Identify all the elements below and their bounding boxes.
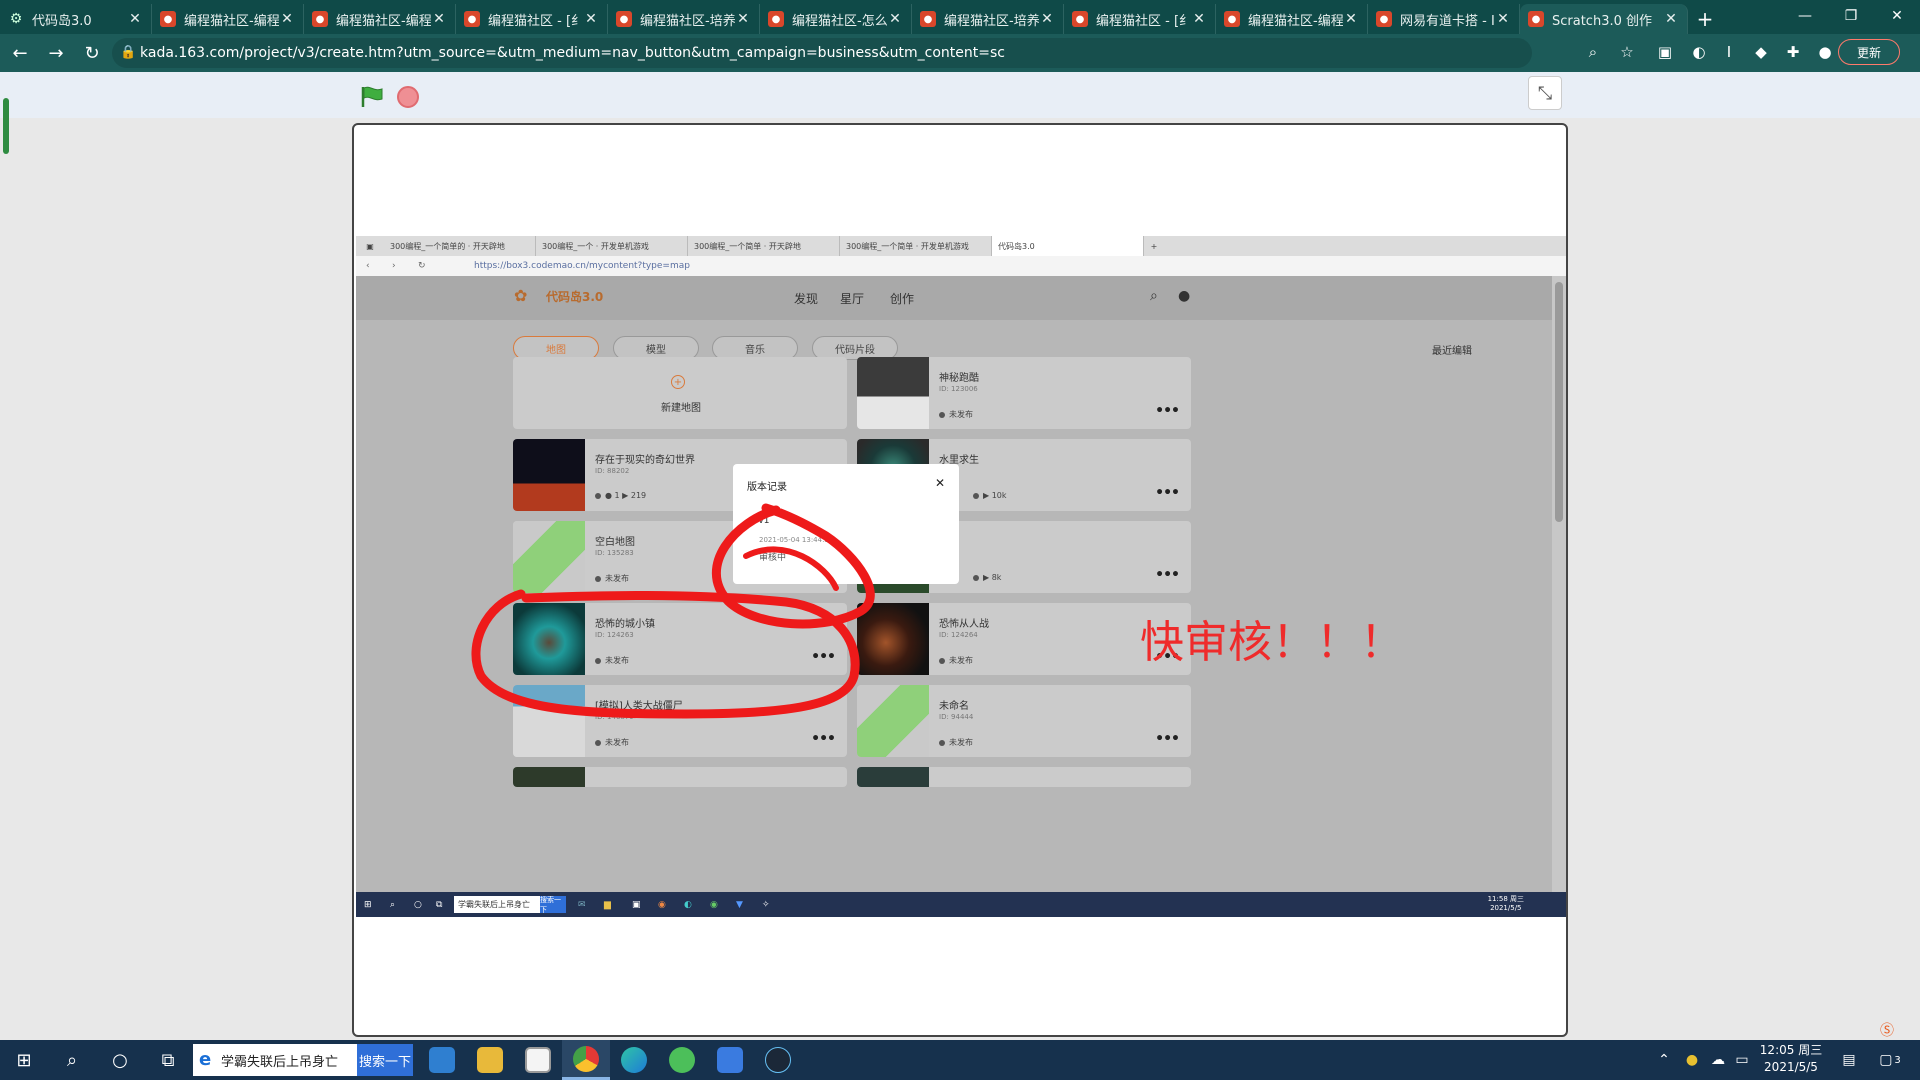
edge-icon[interactable] (610, 1040, 658, 1080)
codemao-icon: ● (1224, 11, 1240, 27)
stop-icon[interactable] (397, 86, 419, 108)
close-icon[interactable]: ✕ (1663, 11, 1679, 27)
taskbar-search-input[interactable]: e 学霸失联后上吊身亡 (193, 1044, 357, 1076)
browser-tab[interactable]: ● 网易有道卡搭 - I ✕ (1368, 4, 1520, 34)
cloud-icon[interactable]: ☁ (1706, 1040, 1730, 1080)
exit-fullscreen-icon[interactable]: ⤡ (1528, 76, 1562, 110)
close-window-icon[interactable]: ✕ (1874, 0, 1920, 32)
extension-icon[interactable]: ▣ (1652, 39, 1678, 65)
url-text: kada.163.com/project/v3/create.htm?utm_s… (140, 45, 1005, 61)
notification-icon[interactable]: ▢ 3 (1870, 1040, 1910, 1080)
restore-icon[interactable]: ❐ (1828, 0, 1874, 32)
chrome-icon[interactable] (562, 1040, 610, 1080)
browser-tab[interactable]: ● 编程猫社区-编程 ✕ (152, 4, 304, 34)
network-icon[interactable]: ▭ (1730, 1040, 1754, 1080)
file-explorer-icon[interactable] (466, 1040, 514, 1080)
mail-icon[interactable] (418, 1040, 466, 1080)
browser-tab[interactable]: ● 编程猫社区 - [纟 ✕ (1064, 4, 1216, 34)
codemao-icon: ● (1072, 11, 1088, 27)
notification-count: 3 (1894, 1054, 1901, 1066)
notes-icon[interactable]: ▤ (1834, 1040, 1864, 1080)
codemao-icon: ● (768, 11, 784, 27)
browser-tab[interactable]: ⚙ 代码岛3.0 ✕ (0, 4, 152, 34)
app-icon[interactable] (706, 1040, 754, 1080)
task-view-icon[interactable]: ⧉ (144, 1040, 192, 1080)
tray-expand-icon[interactable]: ⌃ (1652, 1040, 1676, 1080)
browser-tab[interactable]: ● 编程猫社区 - [纟 ✕ (456, 4, 608, 34)
lock-icon: 🔒 (120, 45, 137, 60)
browser-tab[interactable]: ● 编程猫社区-编程 ✕ (304, 4, 456, 34)
scroll-indicator (3, 98, 9, 154)
puzzle-icon[interactable]: ✚ (1780, 39, 1806, 65)
zoom-icon[interactable]: ⌕ (1580, 39, 1606, 65)
close-icon[interactable]: ✕ (887, 11, 903, 27)
browser-tab[interactable]: ● 编程猫社区-培养 ✕ (912, 4, 1064, 34)
browser-tab-active[interactable]: ● Scratch3.0 创作 ✕ (1520, 4, 1688, 34)
stage-header: ⤡ (0, 72, 1920, 118)
close-icon[interactable]: ✕ (279, 11, 295, 27)
close-icon[interactable]: ✕ (735, 11, 751, 27)
browser-tab-bar: ⚙ 代码岛3.0 ✕ ● 编程猫社区-编程 ✕ ● 编程猫社区-编程 ✕ ● 编程猫社区 - … (0, 0, 1920, 34)
stage-frame: ▣ 300编程_一个简单的 · 开天辟地 300编程_一个 · 开发单机游戏 3… (352, 123, 1568, 1037)
browser-tab[interactable]: ● 编程猫社区-培养 ✕ (608, 4, 760, 34)
codemao-icon: ● (616, 11, 632, 27)
store-icon[interactable] (514, 1040, 562, 1080)
floating-app-icon[interactable]: Ⓢ (1880, 1020, 1900, 1039)
codemao-icon: ● (920, 11, 936, 27)
ie-icon: e (199, 1049, 212, 1070)
codemao-icon: ● (312, 11, 328, 27)
codemao-icon: ● (464, 11, 480, 27)
forward-icon[interactable]: → (40, 37, 72, 69)
tray-app-icon[interactable]: ● (1680, 1040, 1704, 1080)
windows-start-icon[interactable]: ⊞ (0, 1040, 48, 1080)
back-icon[interactable]: ← (4, 37, 36, 69)
close-icon[interactable]: ✕ (431, 11, 447, 27)
extension-icon[interactable]: ◆ (1748, 39, 1774, 65)
app-icon[interactable] (658, 1040, 706, 1080)
minimize-icon[interactable]: — (1782, 0, 1828, 32)
extension-icon[interactable]: ◐ (1686, 39, 1712, 65)
profile-avatar[interactable]: ● (1812, 39, 1838, 65)
stage-screenshot: ▣ 300编程_一个简单的 · 开天辟地 300编程_一个 · 开发单机游戏 3… (356, 236, 1566, 917)
url-field[interactable]: 🔒 kada.163.com/project/v3/create.htm?utm… (112, 38, 1532, 68)
windows-taskbar: ⊞ ⌕ ○ ⧉ e 学霸失联后上吊身亡 搜索一下 ⌃ ● ☁ ▭ 12:05 周… (0, 1040, 1920, 1080)
new-tab-button[interactable]: + (1688, 4, 1722, 34)
steam-icon[interactable] (754, 1040, 802, 1080)
cortana-icon[interactable]: ○ (96, 1040, 144, 1080)
search-icon[interactable]: ⌕ (48, 1040, 96, 1080)
reload-icon[interactable]: ↻ (76, 37, 108, 69)
window-controls: — ❐ ✕ (1782, 0, 1920, 32)
close-icon[interactable]: ✕ (1191, 11, 1207, 27)
taskbar-search-button[interactable]: 搜索一下 (357, 1044, 413, 1076)
close-icon[interactable]: ✕ (1039, 11, 1055, 27)
close-icon[interactable]: ✕ (127, 11, 143, 27)
gear-icon: ⚙ (9, 11, 23, 27)
address-bar: ← → ↻ 🔒 kada.163.com/project/v3/create.h… (0, 34, 1920, 72)
codemao-icon: ● (160, 11, 176, 27)
browser-tab[interactable]: ● 编程猫社区-编程 ✕ (1216, 4, 1368, 34)
update-button[interactable]: 更新 (1838, 39, 1900, 65)
bookmark-star-icon[interactable]: ☆ (1614, 39, 1640, 65)
red-scribble-annotations (471, 503, 875, 719)
netease-icon: ● (1528, 11, 1544, 27)
taskbar-clock[interactable]: 12:05 周三 2021/5/5 (1756, 1042, 1826, 1076)
netease-icon: ● (1376, 11, 1392, 27)
extension-icon[interactable]: Ⅰ (1716, 39, 1742, 65)
close-icon[interactable]: ✕ (583, 11, 599, 27)
browser-tab[interactable]: ● 编程猫社区-怎么 ✕ (760, 4, 912, 34)
close-icon[interactable]: ✕ (1495, 11, 1511, 27)
close-icon[interactable]: ✕ (1343, 11, 1359, 27)
annotation-text: 快审核！！！ (1140, 617, 1404, 668)
green-flag-icon[interactable] (360, 86, 384, 108)
